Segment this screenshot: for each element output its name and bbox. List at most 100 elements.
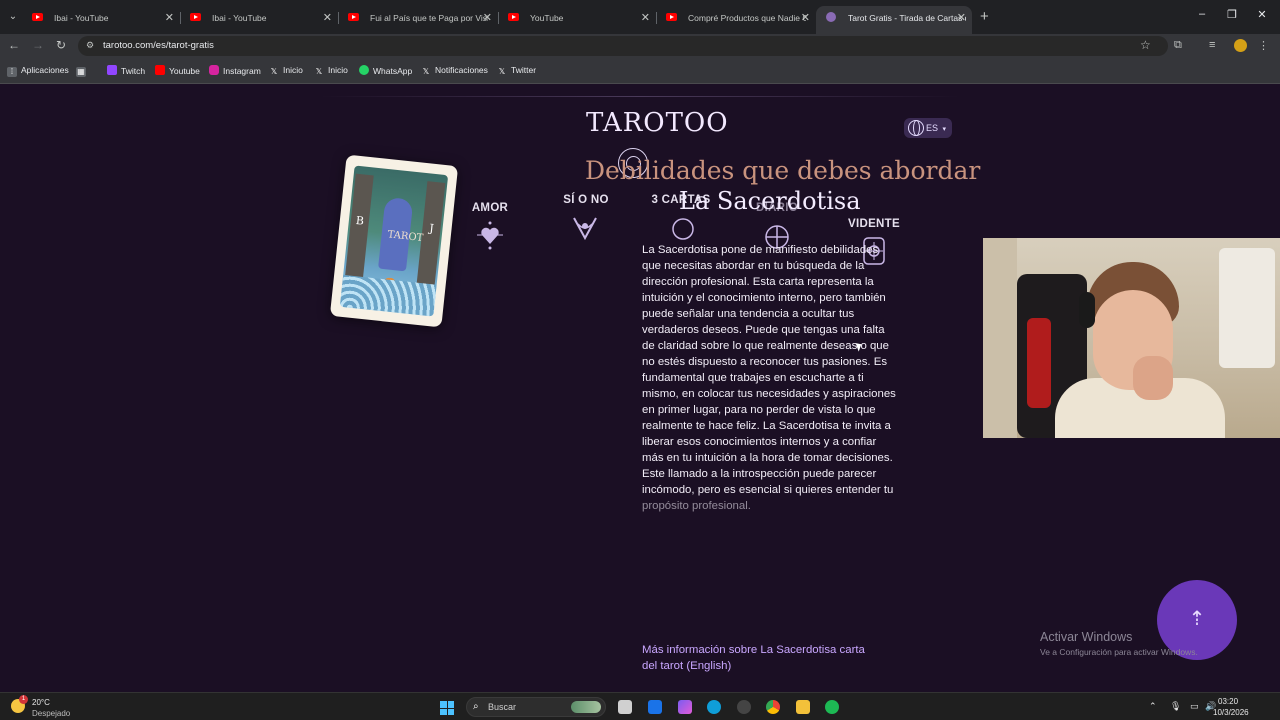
x-icon: 𝕏 — [315, 67, 323, 76]
close-window-icon[interactable]: ✕ — [1252, 8, 1272, 21]
nav-vidente[interactable]: VIDENTE — [845, 218, 903, 230]
spotify-icon[interactable] — [825, 700, 839, 714]
bookmark-item[interactable]: 𝕏 Notificaciones — [421, 65, 488, 77]
webcam-overlay — [983, 238, 1280, 438]
browser-tab[interactable]: Ibai - YouTube ✕ — [22, 6, 180, 34]
bookmark-label: WhatsApp — [373, 66, 413, 76]
tab-title: Ibai - YouTube — [212, 13, 267, 23]
browser-tab-active[interactable]: Tarot Gratis - Tirada de Cartas d ✕ — [816, 6, 972, 34]
bookmark-item[interactable]: Instagram — [209, 65, 261, 76]
bookmark-item[interactable]: Youtube — [155, 65, 200, 76]
bookmark-item[interactable]: 𝕏 Inicio — [269, 65, 303, 77]
webcam-door — [983, 238, 1017, 438]
tab-close-icon[interactable]: ✕ — [323, 6, 332, 30]
browser-tab[interactable]: YouTube ✕ — [498, 6, 656, 34]
description-fade-text: propósito profesional. — [642, 500, 751, 512]
address-bar[interactable]: ⚙ tarotoo.com/es/tarot-gratis — [78, 36, 1168, 56]
site-logo[interactable]: TAROTOO — [586, 108, 729, 138]
browser-toolbar: ← → ↻ ⚙ tarotoo.com/es/tarot-gratis ☆ ⧉ … — [0, 34, 1280, 58]
media-controls-icon[interactable]: ≡ — [1209, 39, 1215, 51]
pillar-letter: J — [428, 221, 435, 236]
browser-tab[interactable]: Ibai - YouTube ✕ — [180, 6, 338, 34]
forward-icon[interactable]: → — [32, 38, 44, 52]
bookmark-label: Twitch — [121, 66, 146, 76]
reading-list-icon[interactable]: ▦ — [76, 65, 90, 77]
youtube-icon — [666, 13, 677, 21]
extensions-icon[interactable]: ⧉ — [1174, 39, 1182, 52]
weather-temperature[interactable]: 20°C — [32, 698, 50, 707]
tab-search-button[interactable]: ⌄ — [4, 8, 22, 26]
more-info-link[interactable]: Más información sobre La Sacerdotisa car… — [642, 642, 882, 674]
chrome-icon[interactable] — [766, 700, 780, 714]
maximize-icon[interactable]: ❐ — [1222, 8, 1242, 21]
tab-close-icon[interactable]: ✕ — [483, 6, 492, 30]
network-icon[interactable]: ▭ — [1190, 701, 1199, 712]
youtube-icon — [348, 13, 359, 21]
nav-label: SÍ O NO — [563, 194, 609, 206]
reload-icon[interactable]: ↻ — [56, 38, 66, 52]
bookmark-label: Twitter — [511, 65, 537, 75]
webcam-hand — [1133, 356, 1173, 400]
weather-description[interactable]: Despejado — [32, 709, 70, 718]
bookmark-label: Inicio — [328, 65, 348, 75]
tab-close-icon[interactable]: ✕ — [641, 6, 650, 30]
outlook-icon[interactable] — [648, 700, 662, 714]
edge-icon[interactable] — [707, 700, 721, 714]
x-icon: 𝕏 — [270, 67, 278, 76]
bookmark-item[interactable]: Twitch — [107, 65, 145, 76]
nav-amor[interactable]: AMOR — [470, 202, 510, 214]
bookmark-label: Aplicaciones — [21, 65, 69, 75]
apps-grid-icon: ⁞ — [7, 67, 17, 77]
bookmark-label: Notificaciones — [435, 65, 488, 75]
nav-si-o-no[interactable]: SÍ O NO — [558, 194, 614, 206]
bookmark-item[interactable]: WhatsApp — [359, 65, 412, 76]
file-explorer-icon[interactable] — [796, 700, 810, 714]
language-selector[interactable]: ES ▾ — [904, 118, 952, 138]
chrome-menu-icon[interactable]: ⋮ — [1258, 39, 1269, 52]
bookmark-item[interactable]: 𝕏 Inicio — [314, 65, 348, 77]
tray-chevron-icon[interactable]: ⌃ — [1149, 701, 1157, 712]
taskbar-search[interactable]: ⌕ Buscar — [466, 697, 606, 717]
bookmark-star-icon[interactable]: ☆ — [1140, 38, 1151, 52]
card-name-title: La Sacerdotisa — [679, 187, 861, 215]
tab-close-icon[interactable]: ✕ — [801, 6, 810, 30]
browser-tab-bar: ⌄ Ibai - YouTube ✕ Ibai - YouTube ✕ Fui … — [0, 0, 1280, 34]
language-code: ES — [926, 123, 939, 133]
new-tab-button[interactable]: + — [980, 8, 989, 25]
browser-tab[interactable]: Compré Productos que Nadie C ✕ — [656, 6, 816, 34]
copilot-icon[interactable] — [678, 700, 692, 714]
activate-windows-subtitle: Ve a Configuración para activar Windows. — [1040, 647, 1198, 657]
obs-icon[interactable] — [737, 700, 751, 714]
tab-close-icon[interactable]: ✕ — [165, 6, 174, 30]
task-view-icon[interactable] — [618, 700, 632, 714]
x-icon: 𝕏 — [422, 67, 430, 76]
card-pillar: B — [344, 173, 374, 287]
tarotoo-icon — [826, 12, 836, 22]
minimize-icon[interactable]: – — [1192, 8, 1212, 20]
clock-time[interactable]: 03:20 — [1218, 697, 1238, 706]
three-cards-icon — [672, 218, 694, 240]
activate-windows-title: Activar Windows — [1040, 630, 1133, 644]
tab-title: Tarot Gratis - Tirada de Cartas d — [848, 13, 966, 23]
tab-title: Ibai - YouTube — [54, 13, 109, 23]
twitch-icon — [107, 65, 117, 75]
windows-start-icon[interactable] — [440, 701, 454, 715]
bookmark-item[interactable]: 𝕏 Twitter — [497, 65, 536, 77]
bookmark-label: Instagram — [223, 66, 261, 76]
site-info-icon[interactable]: ⚙ — [86, 40, 94, 51]
back-icon[interactable]: ← — [8, 38, 20, 52]
webcam-hanging-cloth — [1219, 248, 1275, 368]
nav-label: AMOR — [471, 202, 509, 214]
url-text[interactable]: tarotoo.com/es/tarot-gratis — [103, 40, 214, 51]
bookmark-item[interactable]: ⁞ Aplicaciones — [7, 65, 69, 77]
profile-avatar-icon[interactable] — [1234, 39, 1247, 52]
microphone-icon[interactable]: 🎙 — [1170, 701, 1181, 712]
whatsapp-icon — [359, 65, 369, 75]
x-icon: 𝕏 — [498, 67, 506, 76]
clock-date[interactable]: 10/3/2026 — [1213, 708, 1249, 717]
youtube-icon — [508, 13, 519, 21]
webcam-headset — [1079, 292, 1095, 328]
browser-tab[interactable]: Fui al País que te Paga por Visit ✕ — [338, 6, 498, 34]
youtube-icon — [32, 13, 43, 21]
tab-close-icon[interactable]: ✕ — [957, 6, 966, 30]
